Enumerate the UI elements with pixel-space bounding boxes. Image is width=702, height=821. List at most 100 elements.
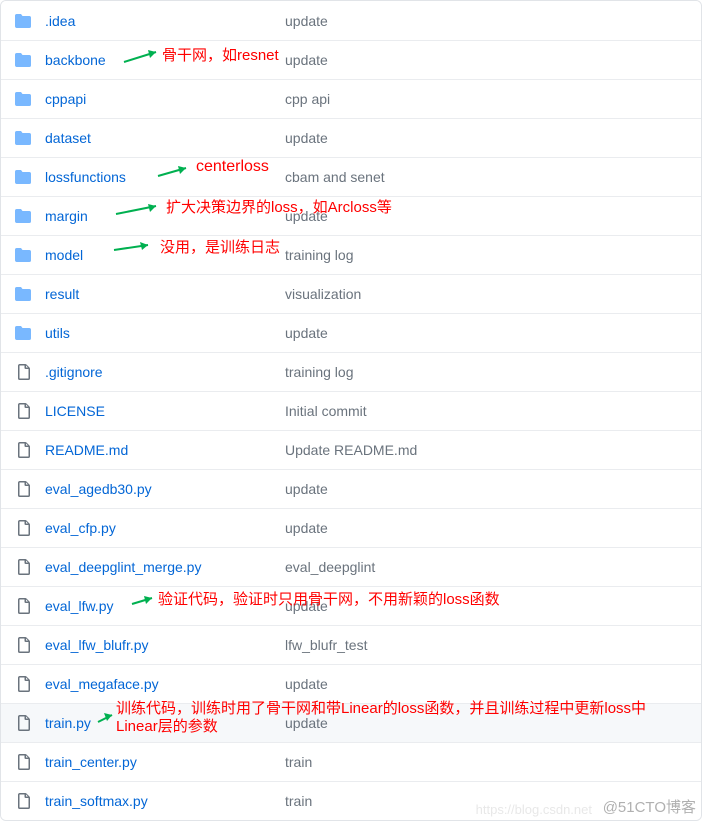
- file-link[interactable]: LICENSE: [45, 403, 105, 419]
- file-row-README-md[interactable]: README.md Update README.md: [1, 430, 701, 469]
- file-name[interactable]: backbone: [45, 52, 285, 68]
- file-name[interactable]: LICENSE: [45, 403, 285, 419]
- commit-message[interactable]: visualization: [285, 286, 701, 302]
- file-link[interactable]: backbone: [45, 52, 106, 68]
- commit-message[interactable]: update: [285, 715, 701, 731]
- file-link[interactable]: README.md: [45, 442, 128, 458]
- commit-message[interactable]: training log: [285, 364, 701, 380]
- file-row-eval_lfw_blufr-py[interactable]: eval_lfw_blufr.py lfw_blufr_test: [1, 625, 701, 664]
- folder-icon-cell: [1, 130, 45, 146]
- commit-message[interactable]: update: [285, 520, 701, 536]
- file-name[interactable]: utils: [45, 325, 285, 341]
- file-name[interactable]: eval_cfp.py: [45, 520, 285, 536]
- file-row-model[interactable]: model training log: [1, 235, 701, 274]
- file-row-eval_cfp-py[interactable]: eval_cfp.py update: [1, 508, 701, 547]
- file-link[interactable]: train_center.py: [45, 754, 137, 770]
- file-name[interactable]: result: [45, 286, 285, 302]
- file-row-train_center-py[interactable]: train_center.py train: [1, 742, 701, 781]
- file-name[interactable]: lossfunctions: [45, 169, 285, 185]
- file-list: .idea update backbone update cppapi cpp api da…: [0, 0, 702, 821]
- file-name[interactable]: cppapi: [45, 91, 285, 107]
- commit-message[interactable]: cpp api: [285, 91, 701, 107]
- file-row-eval_agedb30-py[interactable]: eval_agedb30.py update: [1, 469, 701, 508]
- file-row--gitignore[interactable]: .gitignore training log: [1, 352, 701, 391]
- file-link[interactable]: eval_agedb30.py: [45, 481, 152, 497]
- file-link[interactable]: eval_lfw_blufr.py: [45, 637, 149, 653]
- file-icon-cell: [1, 598, 45, 614]
- commit-message[interactable]: update: [285, 130, 701, 146]
- file-icon-cell: [1, 442, 45, 458]
- folder-icon: [15, 13, 31, 29]
- file-name[interactable]: README.md: [45, 442, 285, 458]
- file-name[interactable]: eval_lfw_blufr.py: [45, 637, 285, 653]
- file-row-result[interactable]: result visualization: [1, 274, 701, 313]
- file-row-margin[interactable]: margin update: [1, 196, 701, 235]
- file-icon-cell: [1, 559, 45, 575]
- file-link[interactable]: eval_deepglint_merge.py: [45, 559, 201, 575]
- commit-message[interactable]: train: [285, 793, 701, 809]
- commit-message[interactable]: training log: [285, 247, 701, 263]
- file-row-train-py[interactable]: train.py update: [1, 703, 701, 742]
- file-link[interactable]: train_softmax.py: [45, 793, 148, 809]
- commit-message[interactable]: update: [285, 13, 701, 29]
- file-link[interactable]: .idea: [45, 13, 75, 29]
- file-row--idea[interactable]: .idea update: [1, 1, 701, 40]
- commit-message[interactable]: Update README.md: [285, 442, 701, 458]
- folder-icon: [15, 52, 31, 68]
- file-row-train_softmax-py[interactable]: train_softmax.py train: [1, 781, 701, 820]
- commit-message[interactable]: Initial commit: [285, 403, 701, 419]
- folder-icon: [15, 286, 31, 302]
- commit-message[interactable]: cbam and senet: [285, 169, 701, 185]
- file-row-lossfunctions[interactable]: lossfunctions cbam and senet: [1, 157, 701, 196]
- folder-icon-cell: [1, 91, 45, 107]
- file-icon-cell: [1, 403, 45, 419]
- commit-message[interactable]: update: [285, 598, 701, 614]
- commit-message[interactable]: update: [285, 325, 701, 341]
- commit-message[interactable]: train: [285, 754, 701, 770]
- file-name[interactable]: train.py: [45, 715, 285, 731]
- file-link[interactable]: eval_megaface.py: [45, 676, 159, 692]
- file-link[interactable]: result: [45, 286, 79, 302]
- file-row-dataset[interactable]: dataset update: [1, 118, 701, 157]
- file-link[interactable]: utils: [45, 325, 70, 341]
- file-link[interactable]: dataset: [45, 130, 91, 146]
- file-row-backbone[interactable]: backbone update: [1, 40, 701, 79]
- file-row-cppapi[interactable]: cppapi cpp api: [1, 79, 701, 118]
- file-link[interactable]: cppapi: [45, 91, 86, 107]
- file-link[interactable]: .gitignore: [45, 364, 103, 380]
- file-row-eval_megaface-py[interactable]: eval_megaface.py update: [1, 664, 701, 703]
- folder-icon-cell: [1, 247, 45, 263]
- file-icon: [15, 520, 31, 536]
- file-icon-cell: [1, 676, 45, 692]
- file-name[interactable]: train_center.py: [45, 754, 285, 770]
- file-link[interactable]: lossfunctions: [45, 169, 126, 185]
- file-name[interactable]: eval_agedb30.py: [45, 481, 285, 497]
- file-row-LICENSE[interactable]: LICENSE Initial commit: [1, 391, 701, 430]
- file-name[interactable]: eval_megaface.py: [45, 676, 285, 692]
- file-name[interactable]: margin: [45, 208, 285, 224]
- commit-message[interactable]: update: [285, 481, 701, 497]
- file-name[interactable]: train_softmax.py: [45, 793, 285, 809]
- commit-message[interactable]: update: [285, 676, 701, 692]
- file-name[interactable]: .gitignore: [45, 364, 285, 380]
- file-row-eval_lfw-py[interactable]: eval_lfw.py update: [1, 586, 701, 625]
- file-link[interactable]: eval_lfw.py: [45, 598, 113, 614]
- file-row-utils[interactable]: utils update: [1, 313, 701, 352]
- file-name[interactable]: .idea: [45, 13, 285, 29]
- commit-message[interactable]: eval_deepglint: [285, 559, 701, 575]
- file-icon-cell: [1, 715, 45, 731]
- file-link[interactable]: train.py: [45, 715, 91, 731]
- file-row-eval_deepglint_merge-py[interactable]: eval_deepglint_merge.py eval_deepglint: [1, 547, 701, 586]
- file-name[interactable]: eval_lfw.py: [45, 598, 285, 614]
- commit-message[interactable]: update: [285, 208, 701, 224]
- file-name[interactable]: model: [45, 247, 285, 263]
- file-link[interactable]: model: [45, 247, 83, 263]
- file-name[interactable]: eval_deepglint_merge.py: [45, 559, 285, 575]
- file-link[interactable]: eval_cfp.py: [45, 520, 116, 536]
- file-name[interactable]: dataset: [45, 130, 285, 146]
- file-icon: [15, 754, 31, 770]
- folder-icon: [15, 130, 31, 146]
- file-link[interactable]: margin: [45, 208, 88, 224]
- commit-message[interactable]: lfw_blufr_test: [285, 637, 701, 653]
- commit-message[interactable]: update: [285, 52, 701, 68]
